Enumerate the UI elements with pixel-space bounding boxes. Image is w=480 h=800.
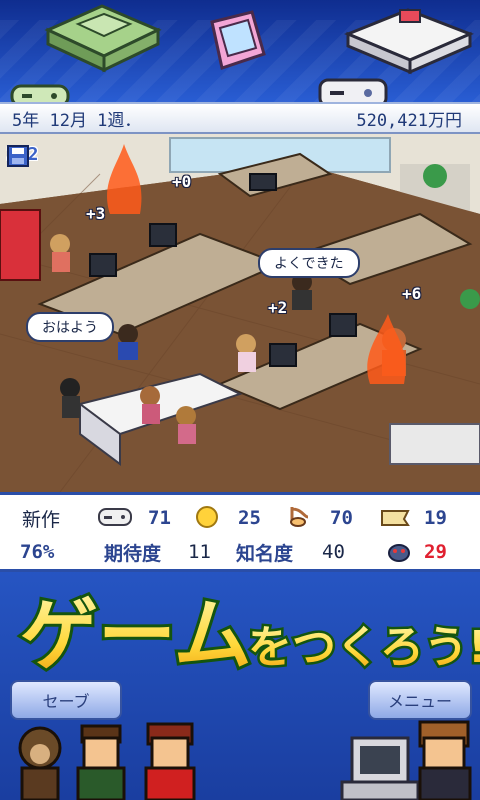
stat-popup: +0 xyxy=(172,172,192,191)
stats-row-2: 76% 期待度 11 知名度 40 29 xyxy=(0,535,480,569)
music-note-icon xyxy=(290,507,309,527)
floppy-disk-icon xyxy=(7,145,29,167)
monkey-character xyxy=(18,726,62,800)
handheld-icon xyxy=(210,10,266,70)
status-bar: 5年 12月 1週． 520,421万円 xyxy=(0,102,480,134)
money-display: 520,421万円 xyxy=(356,110,462,131)
characters-illustration xyxy=(18,720,472,800)
disk-counter: 342 xyxy=(6,144,39,167)
coin-icon xyxy=(196,506,218,528)
speech-bubble-good-morning: おはよう xyxy=(26,312,114,342)
graphics-value: 25 xyxy=(238,507,261,529)
creativity-icon xyxy=(381,510,410,526)
computer-icon xyxy=(340,736,420,800)
banner-title-main: ゲーム xyxy=(20,591,252,681)
stat-popup: +2 xyxy=(268,298,288,317)
bugs-value: 29 xyxy=(424,541,447,563)
new-title-label: 新作 xyxy=(22,508,61,531)
creativity-value: 19 xyxy=(424,507,447,529)
fun-value: 71 xyxy=(148,507,171,529)
console-banner xyxy=(0,0,480,106)
title-banner: ゲーム をつくろう! xyxy=(0,578,480,686)
vending-machine xyxy=(0,209,41,281)
fame-value: 40 xyxy=(322,541,345,563)
music-value: 70 xyxy=(330,507,353,529)
bottom-area: セーブ メニュー xyxy=(0,680,480,800)
office-scene[interactable]: 342 よくできた おはよう +0 +3 +2 +6 xyxy=(0,134,480,492)
banner-title-art: ゲーム をつくろう! xyxy=(17,588,480,684)
stat-popup: +3 xyxy=(86,204,106,223)
secretary-character xyxy=(418,720,472,800)
progress-value: 76% xyxy=(20,541,55,563)
fame-label: 知名度 xyxy=(236,542,294,565)
white-console-icon xyxy=(344,8,474,75)
stat-popup: +6 xyxy=(402,284,422,303)
gamepad-icon xyxy=(98,508,132,526)
green-console-icon xyxy=(44,4,162,73)
expectation-value: 11 xyxy=(188,541,211,563)
stats-row-1: 新作 71 25 70 19 xyxy=(0,501,480,535)
female-developer-character xyxy=(144,722,196,800)
expectation-label: 期待度 xyxy=(104,542,162,565)
game-stats-panel: 新作 71 25 70 19 76% 期待度 11 知名度 40 29 xyxy=(0,492,480,572)
speech-bubble-good-job: よくできた xyxy=(258,248,360,278)
banner-title-sub: をつくろう! xyxy=(248,622,480,673)
bug-icon xyxy=(388,544,410,562)
male-developer-character xyxy=(76,724,126,800)
date-display: 5年 12月 1週． xyxy=(12,110,142,131)
